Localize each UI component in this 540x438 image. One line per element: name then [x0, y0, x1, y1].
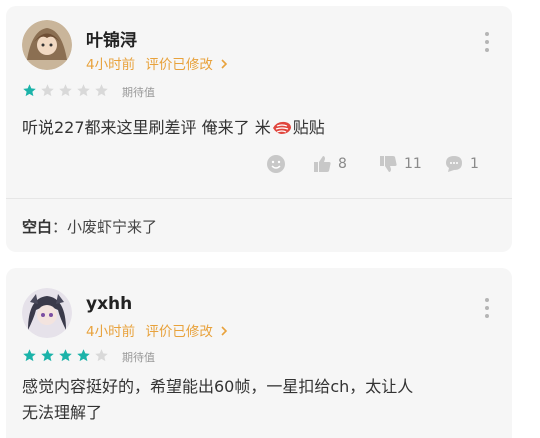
thumbs-down-icon: [380, 156, 397, 172]
star-icon: [22, 348, 37, 367]
avatar[interactable]: [22, 288, 72, 338]
shrimp-emoji-icon: [271, 118, 293, 134]
star-icon: [22, 83, 37, 102]
username[interactable]: 叶锦浔: [86, 26, 137, 51]
reply-author[interactable]: 空白: [22, 218, 52, 236]
star-icon: [94, 348, 109, 367]
review-time: 4小时前: [86, 57, 136, 73]
emoji-reaction-button[interactable]: [266, 154, 286, 174]
review-meta[interactable]: 4小时前 评价已修改: [86, 320, 228, 340]
more-vertical-icon[interactable]: [484, 32, 490, 56]
comment-button[interactable]: 1: [444, 154, 479, 174]
chevron-right-icon: [220, 324, 228, 340]
star-icon: [40, 348, 55, 367]
chevron-right-icon: [220, 57, 228, 73]
like-count: 8: [338, 156, 347, 172]
review-text: 听说227都来这里刷差评 俺来了 米 贴贴: [22, 115, 325, 141]
edited-label: 评价已修改: [145, 324, 213, 340]
review-text: 感觉内容挺好的，希望能出60帧，一星扣给ch，太让人 无法理解了: [22, 374, 413, 426]
dislike-button[interactable]: 11: [378, 154, 422, 174]
emoji-icon: [267, 155, 285, 173]
review-text-line: 无法理解了: [22, 403, 103, 422]
comment-icon: [446, 156, 462, 172]
rating-label: 期待值: [122, 86, 155, 99]
divider: [6, 198, 512, 199]
star-rating: [22, 83, 109, 102]
like-button[interactable]: 8: [312, 154, 347, 174]
reply-preview[interactable]: 空白：小废虾宁来了: [22, 216, 157, 237]
review-meta[interactable]: 4小时前 评价已修改: [86, 53, 228, 73]
edited-label: 评价已修改: [145, 57, 213, 73]
star-icon: [76, 348, 91, 367]
review-card: 叶锦浔 4小时前 评价已修改 期待值 听说227都来这里刷差评 俺来了 米 贴贴…: [6, 6, 512, 252]
star-rating: [22, 348, 109, 367]
comment-count: 1: [470, 156, 479, 172]
star-icon: [76, 83, 91, 102]
username[interactable]: yxhh: [86, 294, 132, 314]
thumbs-up-icon: [314, 156, 331, 172]
review-card: yxhh 4小时前 评价已修改 期待值 感觉内容挺好的，希望能出60帧，一星扣给…: [6, 268, 512, 438]
reply-text: 小废虾宁来了: [67, 218, 158, 236]
avatar[interactable]: [22, 20, 72, 70]
star-icon: [58, 83, 73, 102]
reply-separator: ：: [52, 218, 68, 236]
more-vertical-icon[interactable]: [484, 298, 490, 322]
star-icon: [58, 348, 73, 367]
review-time: 4小时前: [86, 324, 136, 340]
rating-label: 期待值: [122, 351, 155, 364]
review-text-part: 听说227都来这里刷差评 俺来了 米: [22, 118, 271, 137]
review-text-part: 贴贴: [292, 118, 325, 137]
star-icon: [94, 83, 109, 102]
star-icon: [40, 83, 55, 102]
dislike-count: 11: [404, 156, 422, 172]
review-text-line: 感觉内容挺好的，希望能出60帧，一星扣给ch，太让人: [22, 377, 414, 396]
